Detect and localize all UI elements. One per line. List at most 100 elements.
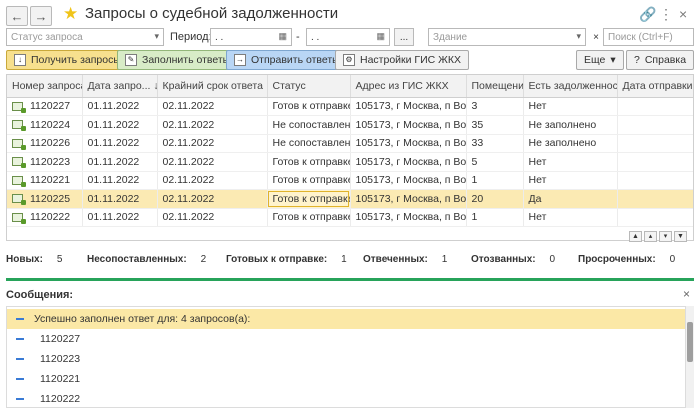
scroll-bottom-button[interactable]: ▼ bbox=[674, 231, 687, 242]
cell-sent-date[interactable] bbox=[617, 134, 693, 153]
date-to-field[interactable]: . . ▦ bbox=[306, 28, 390, 46]
cell-has-debt[interactable]: Нет bbox=[523, 171, 618, 190]
link-icon[interactable]: 🔗 bbox=[639, 6, 656, 22]
kebab-menu-icon[interactable]: ⋮ bbox=[659, 6, 673, 22]
messages-scrollbar[interactable] bbox=[685, 306, 694, 408]
cell-has-debt[interactable]: Нет bbox=[523, 208, 618, 227]
cell-sent-date[interactable] bbox=[617, 189, 693, 209]
cell-status[interactable]: Не сопоставлен bbox=[267, 115, 351, 135]
message-item[interactable]: 1120221 bbox=[7, 369, 685, 389]
cell-request-date[interactable]: 01.11.2022 bbox=[82, 134, 158, 153]
column-header-deadline[interactable]: Крайний срок ответа bbox=[157, 75, 268, 98]
cell-sent-date[interactable] bbox=[617, 171, 693, 190]
cell-request-number[interactable]: 1120222 bbox=[7, 208, 83, 227]
column-header-room[interactable]: Помещение bbox=[466, 75, 524, 98]
scrollbar-thumb[interactable] bbox=[687, 322, 693, 362]
column-header-sent-date[interactable]: Дата отправки bbox=[617, 75, 693, 98]
cell-status[interactable]: Готов к отправке bbox=[267, 208, 351, 227]
cell-room[interactable]: 33 bbox=[466, 134, 524, 153]
calendar-icon[interactable]: ▦ bbox=[376, 30, 385, 43]
status-filter-field[interactable]: Статус запроса ▾ bbox=[6, 28, 164, 46]
message-item[interactable]: Успешно заполнен ответ для: 4 запросов(а… bbox=[7, 309, 685, 329]
column-header-status[interactable]: Статус bbox=[267, 75, 351, 98]
chevron-down-icon[interactable]: ▾ bbox=[576, 30, 581, 43]
cell-status[interactable]: Готов к отправке bbox=[267, 152, 351, 172]
message-item[interactable]: 1120227 bbox=[7, 329, 685, 349]
column-header-debt[interactable]: Есть задолженность bbox=[523, 75, 618, 98]
cell-address[interactable]: 105173, г Москва, п Во... bbox=[350, 208, 467, 227]
cell-sent-date[interactable] bbox=[617, 208, 693, 227]
cell-deadline[interactable]: 02.11.2022 bbox=[157, 189, 268, 209]
cell-sent-date[interactable] bbox=[617, 152, 693, 172]
message-item[interactable]: 1120222 bbox=[7, 389, 685, 407]
cell-status[interactable]: Не сопоставлен bbox=[267, 134, 351, 153]
get-requests-button[interactable]: ↓ Получить запросы bbox=[6, 50, 129, 70]
chevron-down-icon[interactable]: ▾ bbox=[154, 30, 159, 43]
table-row[interactable]: 1120227 01.11.2022 02.11.2022 Готов к отпра… bbox=[7, 97, 693, 116]
favorite-star-icon[interactable]: ★ bbox=[63, 5, 78, 23]
scroll-down-button[interactable]: ▾ bbox=[659, 231, 672, 242]
table-row[interactable]: 1120224 01.11.2022 02.11.2022 Не сопоставле… bbox=[7, 115, 693, 135]
cell-address[interactable]: 105173, г Москва, п Во... bbox=[350, 171, 467, 190]
cell-room[interactable]: 5 bbox=[466, 152, 524, 172]
cell-room[interactable]: 35 bbox=[466, 115, 524, 135]
help-button[interactable]: ? Справка bbox=[626, 50, 695, 70]
cell-address[interactable]: 105173, г Москва, п Во... bbox=[350, 97, 467, 116]
cell-status[interactable]: Готов к отправке bbox=[267, 97, 351, 116]
cell-status[interactable]: Готов к отправке bbox=[267, 171, 351, 190]
cell-request-date[interactable]: 01.11.2022 bbox=[82, 208, 158, 227]
cell-has-debt[interactable]: Нет bbox=[523, 97, 618, 116]
cell-deadline[interactable]: 02.11.2022 bbox=[157, 152, 268, 172]
calendar-icon[interactable]: ▦ bbox=[278, 30, 287, 43]
cell-request-date[interactable]: 01.11.2022 bbox=[82, 189, 158, 209]
cell-has-debt[interactable]: Не заполнено bbox=[523, 134, 618, 153]
building-filter-field[interactable]: Здание ▾ bbox=[428, 28, 586, 46]
table-row[interactable]: 1120226 01.11.2022 02.11.2022 Не сопоставле… bbox=[7, 134, 693, 153]
cell-deadline[interactable]: 02.11.2022 bbox=[157, 208, 268, 227]
more-button[interactable]: Еще ▾ bbox=[576, 50, 624, 70]
clear-icon[interactable]: × bbox=[590, 28, 602, 46]
requests-table[interactable]: Номер запроса Дата запро... ↓ Крайний ср… bbox=[6, 74, 694, 241]
forward-button[interactable]: → bbox=[30, 6, 52, 26]
table-row[interactable]: 1120221 01.11.2022 02.11.2022 Готов к отпра… bbox=[7, 171, 693, 190]
cell-room[interactable]: 20 bbox=[466, 189, 524, 209]
column-header-number[interactable]: Номер запроса bbox=[7, 75, 83, 98]
cell-request-date[interactable]: 01.11.2022 bbox=[82, 115, 158, 135]
column-header-date[interactable]: Дата запро... ↓ bbox=[82, 75, 158, 98]
cell-has-debt[interactable]: Не заполнено bbox=[523, 115, 618, 135]
cell-address[interactable]: 105173, г Москва, п Во... bbox=[350, 115, 467, 135]
fill-answers-button[interactable]: ✎ Заполнить ответы bbox=[117, 50, 239, 70]
table-row[interactable]: 1120223 01.11.2022 02.11.2022 Готов к отпра… bbox=[7, 152, 693, 172]
cell-room[interactable]: 1 bbox=[466, 208, 524, 227]
cell-deadline[interactable]: 02.11.2022 bbox=[157, 171, 268, 190]
cell-request-date[interactable]: 01.11.2022 bbox=[82, 152, 158, 172]
cell-address[interactable]: 105173, г Москва, п Во... bbox=[350, 189, 467, 209]
cell-request-number[interactable]: 1120223 bbox=[7, 152, 83, 172]
cell-request-date[interactable]: 01.11.2022 bbox=[82, 171, 158, 190]
close-messages-icon[interactable]: × bbox=[683, 287, 690, 301]
cell-request-number[interactable]: 1120225 bbox=[7, 189, 83, 209]
message-item[interactable]: 1120223 bbox=[7, 349, 685, 369]
cell-sent-date[interactable] bbox=[617, 97, 693, 116]
cell-request-number[interactable]: 1120226 bbox=[7, 134, 83, 153]
table-row[interactable]: 1120225 01.11.2022 02.11.2022 Готов к отпра… bbox=[7, 189, 693, 209]
scroll-up-button[interactable]: ▴ bbox=[644, 231, 657, 242]
cell-address[interactable]: 105173, г Москва, п Во... bbox=[350, 152, 467, 172]
cell-deadline[interactable]: 02.11.2022 bbox=[157, 97, 268, 116]
cell-address[interactable]: 105173, г Москва, п Во... bbox=[350, 134, 467, 153]
cell-deadline[interactable]: 02.11.2022 bbox=[157, 134, 268, 153]
cell-request-date[interactable]: 01.11.2022 bbox=[82, 97, 158, 116]
cell-room[interactable]: 3 bbox=[466, 97, 524, 116]
date-from-field[interactable]: . . ▦ bbox=[210, 28, 292, 46]
gis-settings-button[interactable]: ⚙ Настройки ГИС ЖКХ bbox=[335, 50, 469, 70]
scroll-top-button[interactable]: ▲ bbox=[629, 231, 642, 242]
column-header-address[interactable]: Адрес из ГИС ЖКХ bbox=[350, 75, 467, 98]
search-input[interactable]: Поиск (Ctrl+F) bbox=[603, 28, 694, 46]
back-button[interactable]: ← bbox=[6, 6, 28, 26]
close-window-icon[interactable]: × bbox=[679, 6, 687, 22]
cell-room[interactable]: 1 bbox=[466, 171, 524, 190]
cell-sent-date[interactable] bbox=[617, 115, 693, 135]
cell-has-debt[interactable]: Да bbox=[523, 189, 618, 209]
cell-request-number[interactable]: 1120224 bbox=[7, 115, 83, 135]
table-row[interactable]: 1120222 01.11.2022 02.11.2022 Готов к отпра… bbox=[7, 208, 693, 227]
